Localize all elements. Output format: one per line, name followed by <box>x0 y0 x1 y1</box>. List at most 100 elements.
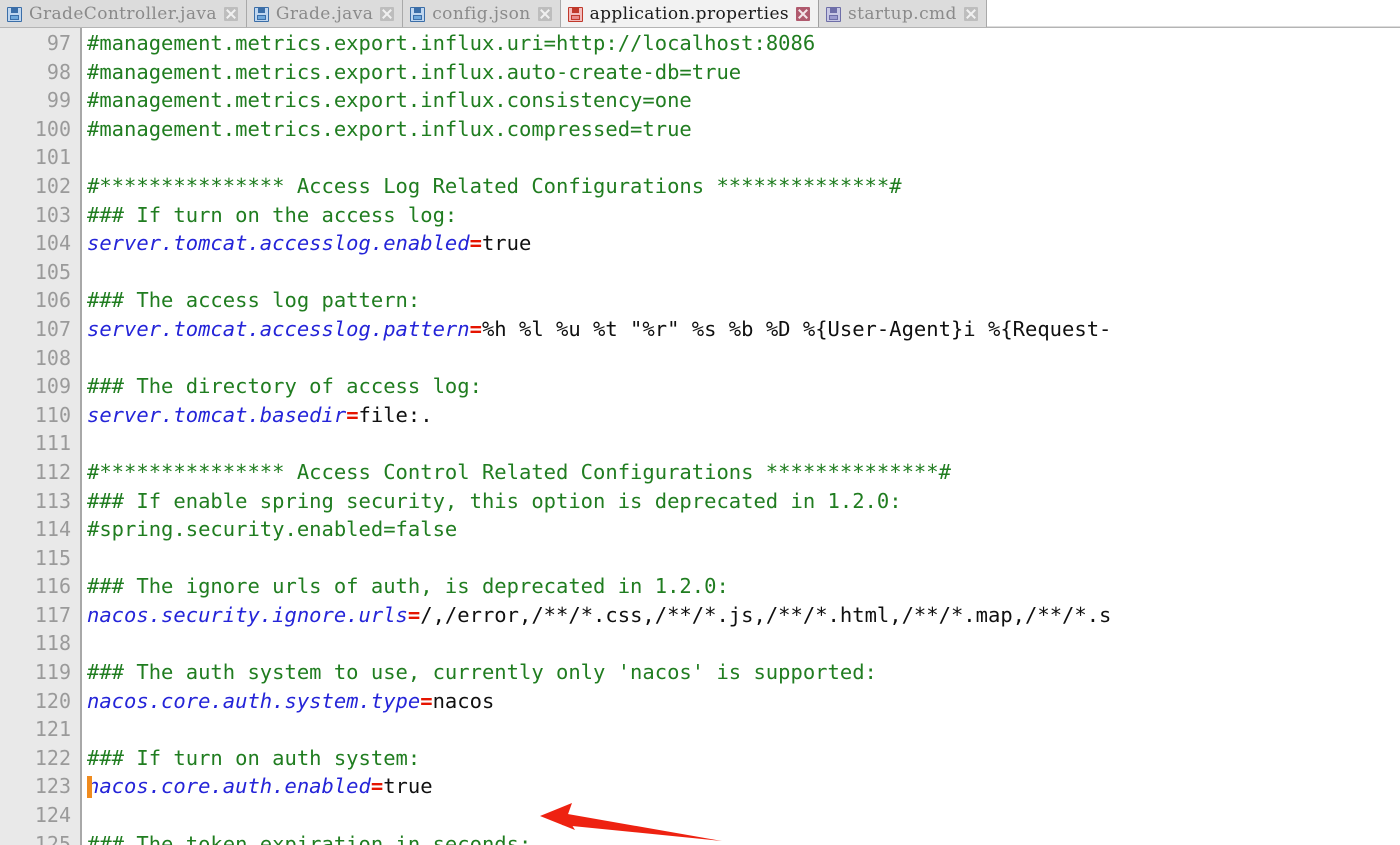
line-number: 110 <box>34 402 71 427</box>
code-editor[interactable]: 97 98 99 100 101 102 103 104 105 106 107 108 109 110 1… <box>0 28 1400 845</box>
code-line[interactable]: #*************** Access Log Related Conf… <box>87 172 1400 201</box>
property-value: /,/error,/**/*.css,/**/*.js,/**/*.html,/… <box>420 602 1112 627</box>
tab-application-properties[interactable]: application.properties <box>560 0 820 27</box>
code-line[interactable] <box>87 715 1400 744</box>
line-number: 116 <box>34 574 71 599</box>
close-icon[interactable] <box>796 7 811 21</box>
line-number: 118 <box>34 631 71 656</box>
code-line[interactable]: server.tomcat.basedir=file:. <box>87 401 1400 430</box>
close-icon[interactable] <box>223 7 238 21</box>
comment-text: #management.metrics.export.influx.consis… <box>87 88 692 113</box>
tab-gradecontroller-java[interactable]: GradeController.java <box>0 0 247 27</box>
property-key: server.tomcat.basedir <box>87 402 347 427</box>
code-line[interactable]: #management.metrics.export.influx.auto-c… <box>87 58 1400 87</box>
code-line[interactable]: #management.metrics.export.influx.compre… <box>87 115 1400 144</box>
line-number: 113 <box>34 488 71 513</box>
property-equals: = <box>469 316 482 341</box>
property-key: server.tomcat.accesslog.enabled <box>87 231 470 256</box>
line-number: 123 <box>34 774 71 799</box>
comment-text: ### The ignore urls of auth, is deprecat… <box>87 574 729 599</box>
line-number: 102 <box>34 173 71 198</box>
line-number: 103 <box>34 202 71 227</box>
close-icon[interactable] <box>963 7 978 21</box>
tab-label: Grade.java <box>275 4 374 24</box>
tab-config-json[interactable]: config.json <box>403 0 561 27</box>
comment-text: ### The access log pattern: <box>87 288 421 313</box>
code-line[interactable] <box>87 801 1400 830</box>
comment-text: #management.metrics.export.influx.uri= <box>87 31 556 55</box>
code-line[interactable] <box>87 629 1400 658</box>
comment-text: ### The auth system to use, currently on… <box>87 660 877 685</box>
code-line[interactable]: ### The ignore urls of auth, is deprecat… <box>87 572 1400 601</box>
code-line[interactable] <box>87 143 1400 172</box>
line-number: 107 <box>34 316 71 341</box>
line-number: 112 <box>34 459 71 484</box>
comment-text: ### If enable spring security, this opti… <box>87 488 902 513</box>
code-line[interactable] <box>87 258 1400 287</box>
current-line-marker <box>87 776 92 799</box>
property-equals: = <box>407 602 421 627</box>
line-number: 124 <box>34 803 71 828</box>
code-line[interactable]: ### If turn on auth system: <box>87 744 1400 773</box>
tab-label: application.properties <box>589 4 790 24</box>
url-link[interactable]: http://localhost:8086 <box>556 31 815 55</box>
code-line[interactable]: nacos.core.auth.enabled=true <box>87 772 1400 801</box>
code-line[interactable]: nacos.security.ignore.urls=/,/error,/**/… <box>87 601 1400 630</box>
property-value: file:. <box>358 402 433 427</box>
property-key: nacos.security.ignore.urls <box>87 602 408 627</box>
close-icon[interactable] <box>537 7 552 21</box>
tab-startup-cmd[interactable]: startup.cmd <box>819 0 987 27</box>
floppy-disk-icon <box>567 6 583 22</box>
code-line[interactable]: ### The token expiration in seconds: <box>87 830 1400 845</box>
comment-text: #management.metrics.export.influx.compre… <box>87 116 692 141</box>
line-number: 104 <box>34 231 71 256</box>
line-number-gutter: 97 98 99 100 101 102 103 104 105 106 107 108 109 110 1… <box>0 28 82 845</box>
code-area[interactable]: #management.metrics.export.influx.uri=ht… <box>82 28 1400 845</box>
line-number: 105 <box>34 259 71 284</box>
code-line[interactable]: ### The auth system to use, currently on… <box>87 658 1400 687</box>
line-number: 100 <box>34 116 71 141</box>
code-line[interactable]: ### The directory of access log: <box>87 372 1400 401</box>
floppy-disk-icon <box>826 6 842 22</box>
floppy-disk-icon <box>253 6 269 22</box>
property-value: true <box>481 231 532 256</box>
property-value: true <box>383 774 433 799</box>
property-equals: = <box>420 688 433 713</box>
line-number: 121 <box>34 717 71 742</box>
property-equals: = <box>469 231 482 256</box>
code-line[interactable]: ### The access log pattern: <box>87 286 1400 315</box>
code-line[interactable] <box>87 544 1400 573</box>
property-equals: = <box>370 774 384 799</box>
comment-text: ### The token expiration in seconds: <box>87 831 532 845</box>
code-line[interactable]: #*************** Access Control Related … <box>87 458 1400 487</box>
comment-text: ### If turn on the access log: <box>87 202 458 227</box>
line-number: 114 <box>34 517 71 542</box>
line-number: 111 <box>34 431 71 456</box>
floppy-disk-icon <box>7 6 22 22</box>
line-number: 98 <box>46 59 71 84</box>
code-line[interactable] <box>87 429 1400 458</box>
code-line[interactable] <box>87 344 1400 373</box>
code-line[interactable]: server.tomcat.accesslog.enabled=true <box>87 229 1400 258</box>
line-number: 119 <box>34 660 71 685</box>
tab-grade-java[interactable]: Grade.java <box>246 0 404 27</box>
line-number: 101 <box>34 145 71 170</box>
line-number: 120 <box>34 688 71 713</box>
close-icon[interactable] <box>380 7 395 21</box>
property-key: nacos.core.auth.system.type <box>87 688 421 713</box>
line-number: 122 <box>34 745 71 770</box>
code-line[interactable]: nacos.core.auth.system.type=nacos <box>87 687 1400 716</box>
code-line[interactable]: #management.metrics.export.influx.consis… <box>87 86 1400 115</box>
line-number: 106 <box>34 288 71 313</box>
line-number: 99 <box>46 88 71 113</box>
line-number: 109 <box>34 374 71 399</box>
comment-text: ### The directory of access log: <box>87 374 482 399</box>
code-line[interactable]: #spring.security.enabled=false <box>87 515 1400 544</box>
editor-tab-bar: GradeController.java Grade.java config.j… <box>0 0 1400 28</box>
line-number: 108 <box>34 345 71 370</box>
code-line[interactable]: server.tomcat.accesslog.pattern=%h %l %u… <box>87 315 1400 344</box>
code-line[interactable]: ### If enable spring security, this opti… <box>87 487 1400 516</box>
code-line[interactable]: ### If turn on the access log: <box>87 201 1400 230</box>
line-number: 117 <box>34 602 71 627</box>
code-line[interactable]: #management.metrics.export.influx.uri=ht… <box>87 29 1400 58</box>
